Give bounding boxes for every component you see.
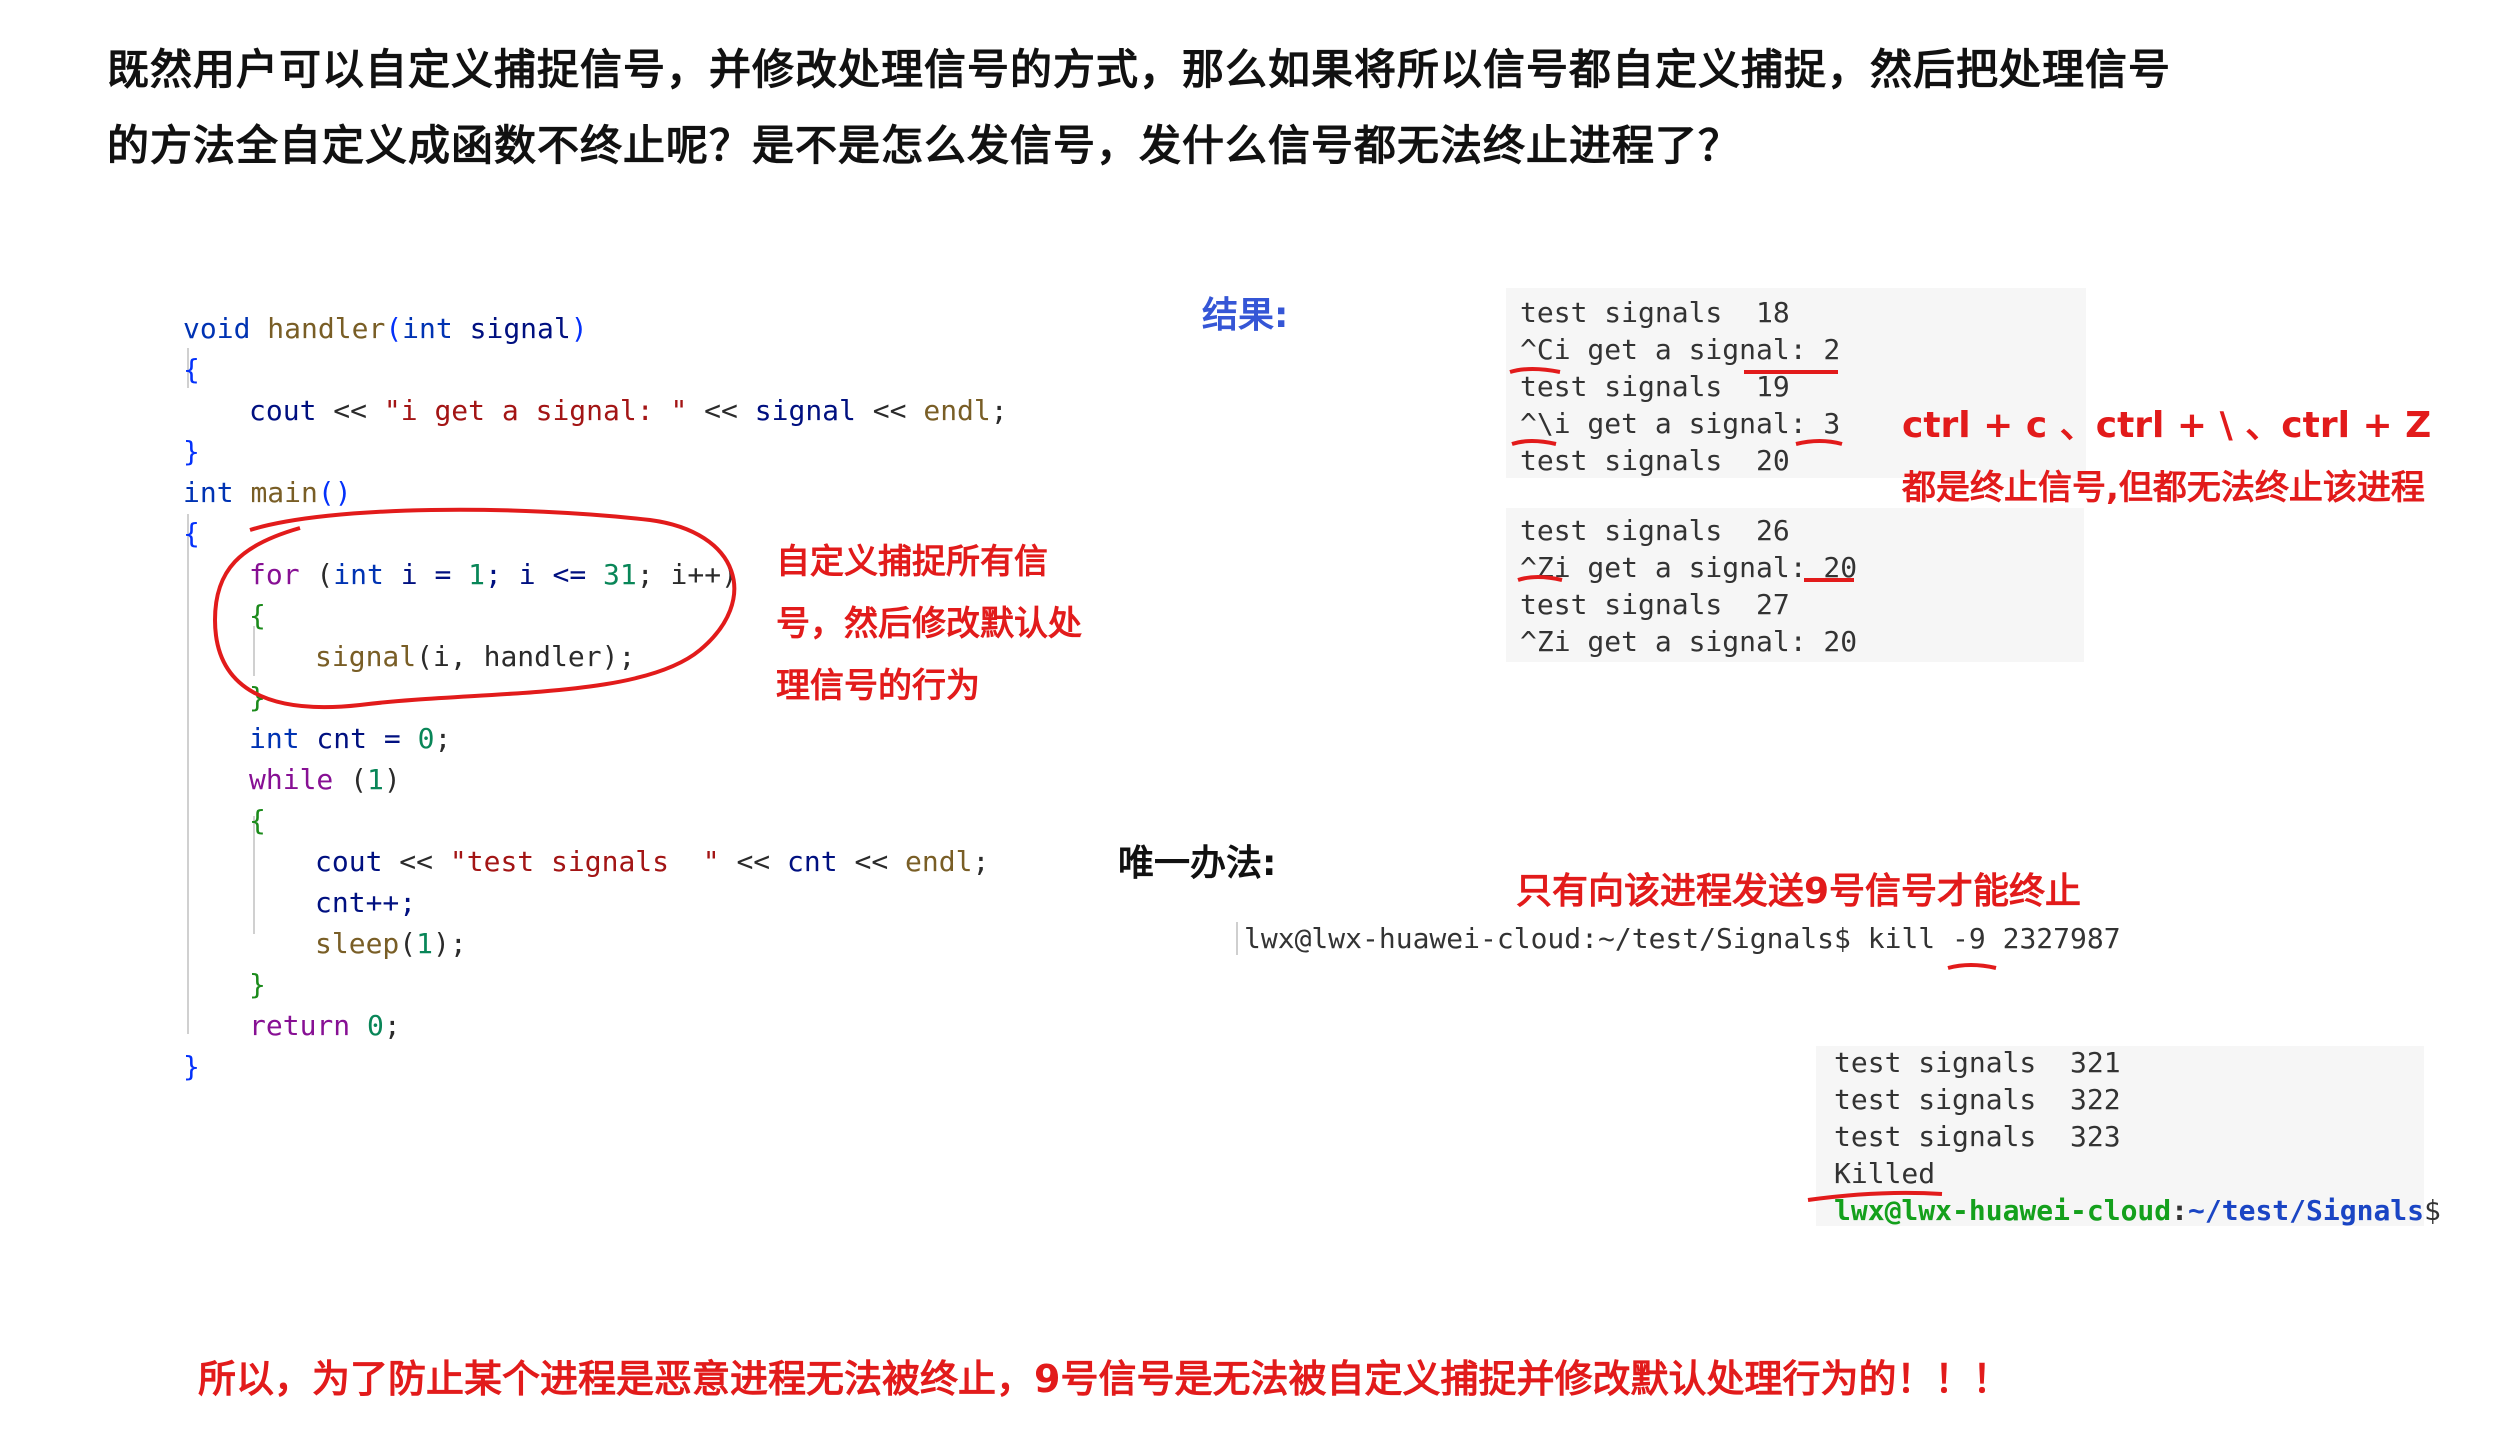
code-line: sleep(1); (315, 927, 467, 960)
result-label: 结果: (1202, 295, 1289, 336)
code-line: void handler(int signal) (183, 312, 588, 345)
code-line: { (183, 517, 200, 550)
code-line: } (249, 968, 266, 1001)
code-line: int cnt = 0; (249, 722, 452, 755)
terminal-line: test signals 19 (1520, 370, 1790, 403)
only-way-note: 只有向该进程发送9号信号才能终止 (1516, 871, 2082, 912)
code-line: { (183, 353, 200, 386)
only-way-label: 唯一办法: (1118, 843, 1277, 884)
indent-guide (253, 626, 255, 676)
code-line: } (183, 1050, 200, 1083)
code-line: cout << "test signals " << cnt << endl; (315, 845, 990, 878)
terminal-line: ^Zi get a signal: 20 (1520, 551, 1858, 584)
code-line: cout << "i get a signal: " << signal << … (249, 394, 1008, 427)
terminal-line: test signals 321 (1834, 1046, 2121, 1079)
ctrl-keys-note: ctrl + c 、ctrl + \ 、ctrl + Z (1902, 405, 2432, 446)
ctrl-desc-note: 都是终止信号,但都无法终止该进程 (1902, 468, 2425, 508)
indent-guide (187, 514, 189, 1034)
terminal-line: ^Zi get a signal: 20 (1520, 625, 1858, 658)
code-line: { (249, 804, 266, 837)
terminal-line: ^Ci get a signal: 2 (1520, 333, 1841, 366)
custom-catch-note-line-3: 理信号的行为 (776, 666, 980, 706)
heading-line-2: 的方法全自定义成函数不终止呢？是不是怎么发信号，发什么信号都无法终止进程了？ (107, 121, 1742, 170)
terminal-line: test signals 322 (1834, 1083, 2121, 1116)
custom-catch-note-line-2: 号，然后修改默认处 (776, 604, 1082, 644)
underline-kill-9 (1947, 963, 1997, 970)
code-line: cnt++; (315, 886, 417, 919)
terminal-output-ctrl-z: test signals 26 ^Zi get a signal: 20 tes… (1506, 508, 2084, 662)
code-line: { (249, 599, 266, 632)
terminal-output-ctrl-c-backslash: test signals 18 ^Ci get a signal: 2 test… (1506, 288, 2086, 478)
custom-catch-note-line-1: 自定义捕捉所有信 (776, 542, 1048, 582)
terminal-line: test signals 26 (1520, 514, 1790, 547)
heading-line-1: 既然用户可以自定义捕捉信号，并修改处理信号的方式，那么如果将所以信号都自定义捕捉… (107, 45, 2172, 94)
kill-command: lwx@lwx-huawei-cloud:~/test/Signals$ kil… (1236, 922, 2121, 955)
code-line: while (1) (249, 763, 401, 796)
code-line: for (int i = 1; i <= 31; i++) (249, 558, 738, 591)
terminal-line: test signals 18 (1520, 296, 1790, 329)
code-line: int main() (183, 476, 352, 509)
code-line: return 0; (249, 1009, 401, 1042)
code-line: } (249, 681, 266, 714)
terminal-line: test signals 27 (1520, 588, 1790, 621)
terminal-line: Killed (1834, 1157, 1936, 1190)
code-line: } (183, 435, 200, 468)
terminal-line: ^\i get a signal: 3 (1520, 407, 1841, 440)
terminal-line: test signals 20 (1520, 444, 1790, 477)
terminal-line: test signals 323 (1834, 1120, 2121, 1153)
code-line: signal(i, handler); (315, 640, 636, 673)
conclusion-note: 所以，为了防止某个进程是恶意进程无法被终止，9号信号是无法被自定义捕捉并修改默认… (198, 1357, 2011, 1401)
terminal-output-killed: test signals 321 test signals 322 test s… (1816, 1046, 2441, 1227)
shell-prompt: lwx@lwx-huawei-cloud:~/test/Signals$ (1834, 1194, 2441, 1227)
